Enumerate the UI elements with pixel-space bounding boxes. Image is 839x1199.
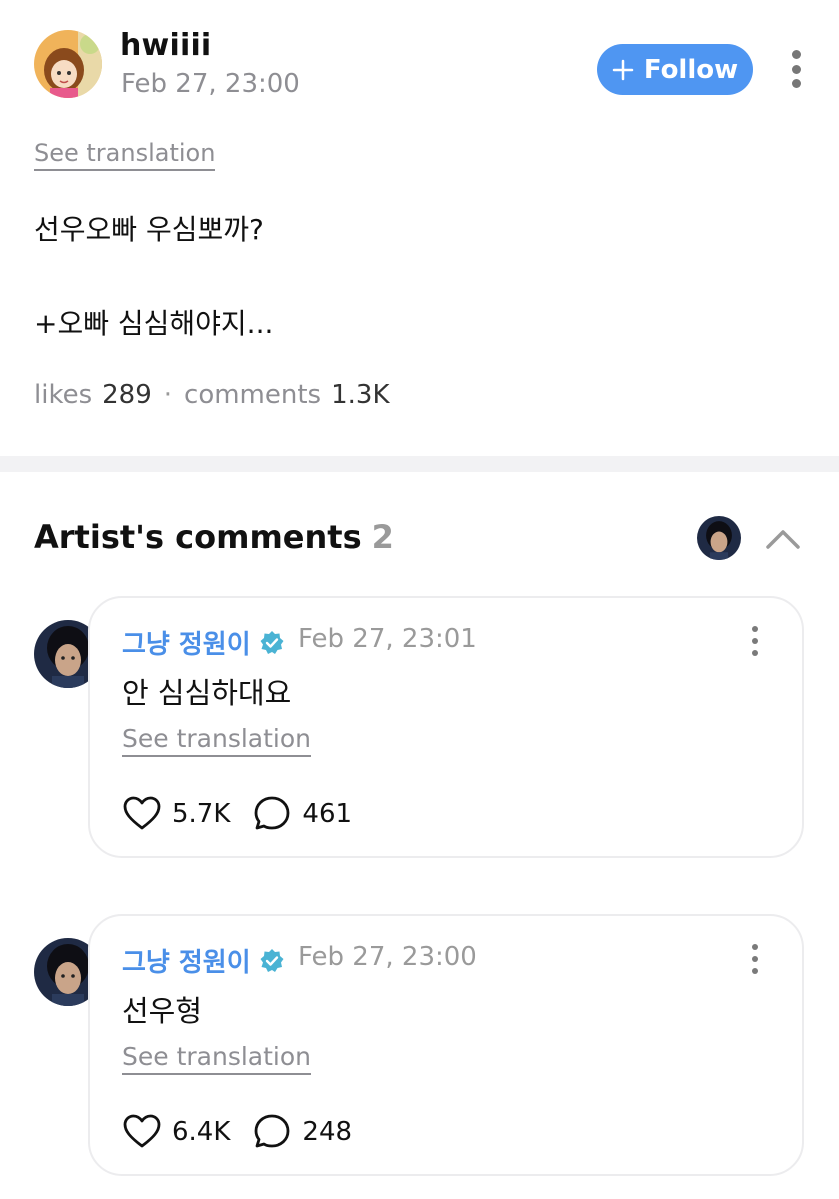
post-body-line: +오빠 심심해야지... (34, 307, 274, 340)
comment-card: 그냥 정원이 Feb 27, 23:01 안 심심하대요 See transla… (88, 596, 804, 858)
stats-separator: · (163, 380, 173, 410)
verified-badge-icon (260, 630, 284, 654)
post-stats: likes 289 · comments 1.3K (34, 380, 390, 410)
comments-count[interactable]: 1.3K (331, 380, 389, 410)
plus-icon (612, 59, 634, 80)
see-translation-link[interactable]: See translation (122, 1042, 312, 1075)
reply-button[interactable]: 248 (252, 1112, 352, 1152)
commenter-name-text: 그냥 정원이 (122, 948, 251, 978)
heart-icon (123, 1114, 161, 1148)
reply-count: 248 (302, 1117, 353, 1147)
artist-avatar[interactable] (697, 516, 741, 560)
post-author-name[interactable]: hwiiii (120, 28, 211, 63)
follow-button[interactable]: Follow (597, 44, 753, 95)
commenter-name-text: 그냥 정원이 (122, 630, 251, 660)
follow-label: Follow (643, 54, 739, 85)
chevron-up-icon[interactable] (764, 523, 802, 553)
likes-label: likes (34, 380, 93, 410)
comment-text: 선우형 (122, 994, 203, 1028)
comment-timestamp: Feb 27, 23:01 (298, 624, 477, 654)
heart-icon (123, 796, 161, 830)
verified-badge-icon (260, 948, 284, 972)
comment-actions: 5.7K 461 (122, 794, 374, 834)
comment-card: 그냥 정원이 Feb 27, 23:00 선우형 See translation… (88, 914, 804, 1176)
reply-count: 461 (302, 799, 353, 829)
comments-label: comments (184, 380, 322, 410)
user-avatar[interactable] (34, 30, 102, 98)
comment-timestamp: Feb 27, 23:00 (298, 942, 477, 972)
comment-more-icon[interactable] (745, 624, 765, 658)
artist-comments-label: Artist's comments (34, 518, 362, 556)
like-button[interactable]: 6.4K (122, 1112, 230, 1152)
like-count: 5.7K (172, 799, 231, 829)
section-divider (0, 456, 839, 472)
post-timestamp: Feb 27, 23:00 (121, 69, 300, 99)
artist-comments-count: 2 (371, 518, 394, 556)
commenter-name[interactable]: 그냥 정원이 (122, 942, 285, 979)
see-translation-link[interactable]: See translation (34, 139, 216, 171)
like-button[interactable]: 5.7K (122, 794, 230, 834)
comment-actions: 6.4K 248 (122, 1112, 374, 1152)
likes-count[interactable]: 289 (102, 380, 152, 410)
reply-button[interactable]: 461 (252, 794, 352, 834)
like-count: 6.4K (172, 1117, 231, 1147)
comment-bubble-icon (255, 1114, 290, 1148)
comment-more-icon[interactable] (745, 942, 765, 976)
post-header: hwiiii Feb 27, 23:00 Follow (0, 0, 839, 130)
comment-text: 안 심심하대요 (122, 676, 292, 710)
artist-comments-title: Artist's comments 2 (34, 518, 394, 556)
post-body-line: 선우오빠 우심뽀까? (34, 213, 264, 246)
commenter-name[interactable]: 그냥 정원이 (122, 624, 285, 661)
comment-bubble-icon (255, 796, 290, 830)
more-vertical-icon[interactable] (782, 46, 810, 92)
see-translation-link[interactable]: See translation (122, 724, 312, 757)
